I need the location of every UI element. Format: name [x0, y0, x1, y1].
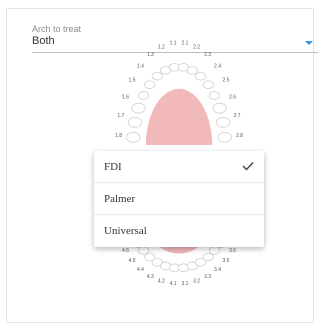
tooth-number: 2.4 [214, 63, 221, 69]
tooth [215, 117, 231, 128]
tooth-number: 1.8 [115, 133, 122, 139]
menu-item-label: Palmer [104, 193, 136, 205]
tooth-number: 2.6 [229, 94, 236, 100]
menu-item-label: FDI [104, 161, 122, 173]
tooth [186, 66, 199, 75]
tooth-number: 1.4 [137, 63, 144, 69]
tooth-number: 4.4 [137, 267, 144, 273]
tooth-number: 4.2 [158, 279, 165, 285]
tooth [137, 246, 150, 255]
tooth-number: 1.7 [117, 113, 124, 119]
tooth-number: 3.5 [222, 258, 229, 264]
tooth-number: 1.5 [129, 78, 136, 84]
tooth [131, 102, 146, 114]
tooth-number: 4.5 [129, 258, 136, 264]
checkmark-icon [242, 162, 254, 171]
tooth-number: 1.1 [170, 41, 177, 47]
menu-item-universal[interactable]: Universal [94, 215, 264, 247]
tooth [202, 252, 214, 262]
menu-item-palmer[interactable]: Palmer [94, 183, 264, 215]
tooth [137, 91, 150, 100]
tooth [126, 132, 141, 143]
tooth-number: 3.1 [181, 281, 188, 287]
tooth-number: 1.6 [122, 94, 129, 100]
tooth [208, 91, 221, 100]
tooth [217, 132, 232, 143]
tooth [212, 102, 227, 114]
tooth [195, 71, 207, 81]
tooth-number: 4.3 [147, 274, 154, 280]
tooth-number: 3.4 [214, 267, 221, 273]
tooth-number: 2.8 [236, 133, 243, 139]
tooth [202, 80, 214, 89]
tooth-number: 4.1 [170, 281, 177, 287]
tooth [127, 117, 143, 128]
tooth [144, 80, 156, 89]
tooth-number: 4.6 [122, 248, 129, 254]
tooth-number: 3.3 [204, 274, 211, 280]
numbering-system-menu: FDI Palmer Universal [94, 151, 264, 247]
tooth-number: 1.2 [158, 44, 165, 50]
tooth-number: 3.6 [229, 248, 236, 254]
tooth-number: 2.3 [204, 52, 211, 58]
menu-item-label: Universal [104, 225, 147, 237]
tooth-number: 2.2 [193, 44, 200, 50]
upper-palate [145, 88, 213, 145]
tooth [151, 71, 163, 81]
tooth-number: 2.7 [234, 113, 241, 119]
tooth-number: 1.3 [147, 52, 154, 58]
tooth-number: 2.5 [222, 78, 229, 84]
tooth-number: 2.1 [181, 41, 188, 47]
menu-item-fdi[interactable]: FDI [94, 151, 264, 183]
tooth-number: 3.2 [193, 279, 200, 285]
